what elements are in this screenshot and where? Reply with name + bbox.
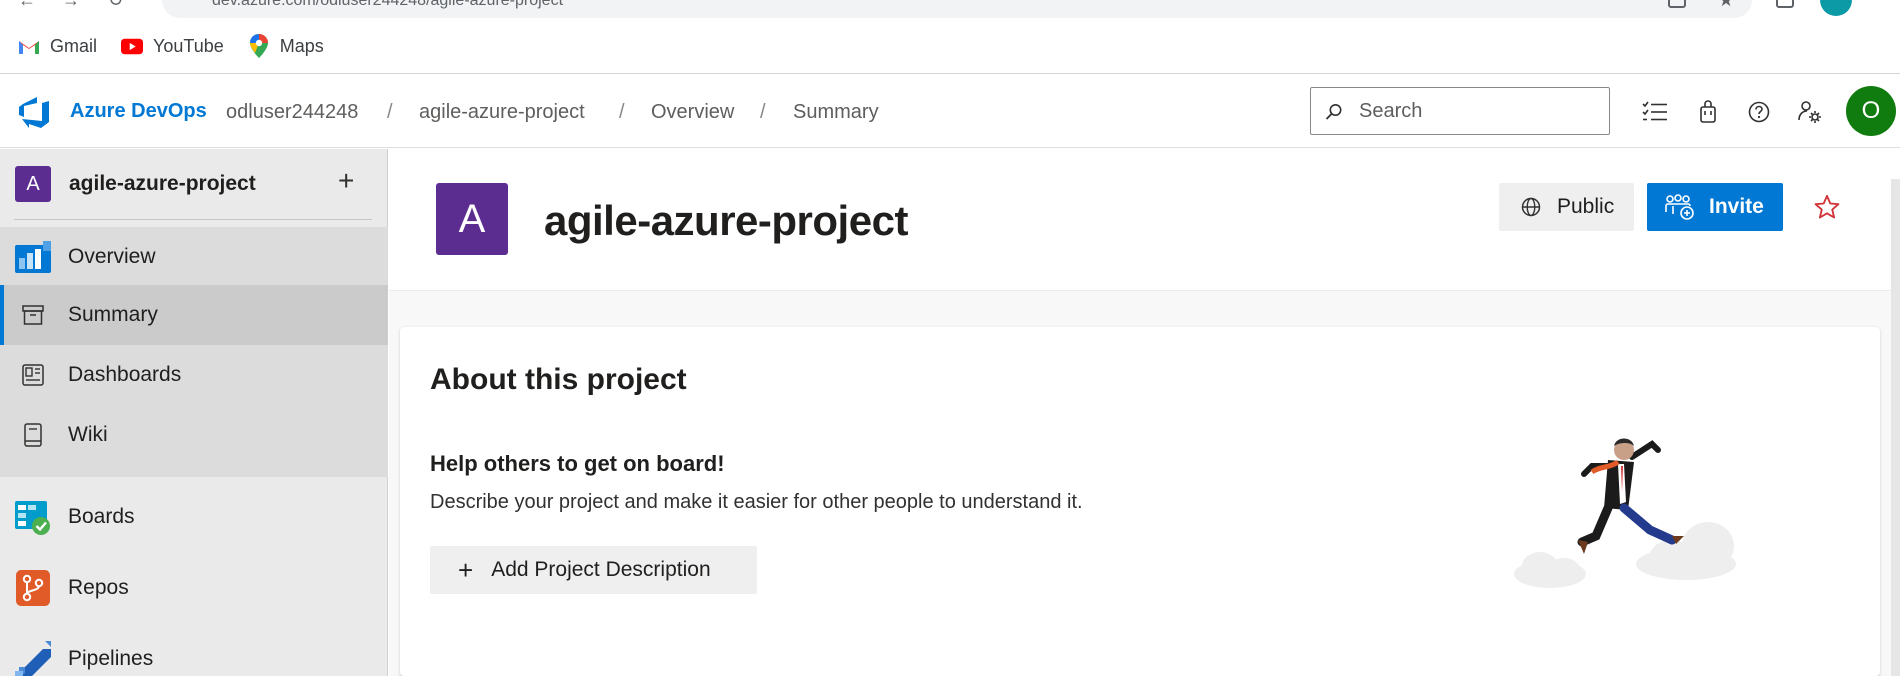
sidebar-item-summary[interactable]: Summary bbox=[0, 285, 388, 345]
invite-label: Invite bbox=[1709, 195, 1764, 218]
back-icon[interactable]: ← bbox=[18, 0, 36, 11]
sidebar-item-pipelines[interactable]: Pipelines bbox=[0, 629, 388, 676]
browser-profile-avatar[interactable] bbox=[1820, 0, 1852, 16]
sidebar-item-label: Summary bbox=[68, 303, 158, 326]
extension-icon[interactable] bbox=[1668, 0, 1686, 8]
breadcrumb-separator: / bbox=[619, 101, 625, 123]
breadcrumb-separator: / bbox=[387, 101, 393, 123]
bookmark-star-icon[interactable]: ★ bbox=[1718, 0, 1734, 11]
add-description-label: Add Project Description bbox=[491, 558, 711, 581]
pipelines-icon bbox=[15, 641, 51, 676]
overview-nav-group: Overview Summary Dashboards Wiki bbox=[0, 227, 388, 477]
sidebar-project-name[interactable]: agile-azure-project bbox=[69, 172, 256, 196]
user-avatar[interactable]: O bbox=[1846, 86, 1896, 136]
left-nav-sidebar: A agile-azure-project + Overview Summary… bbox=[0, 149, 388, 676]
plus-icon: + bbox=[458, 555, 474, 585]
add-project-description-button[interactable]: + Add Project Description bbox=[430, 546, 757, 594]
project-initial: A bbox=[26, 172, 40, 195]
sidebar-item-label: Wiki bbox=[68, 423, 108, 446]
vertical-scrollbar[interactable] bbox=[1891, 179, 1900, 676]
breadcrumb-overview[interactable]: Overview bbox=[651, 101, 734, 124]
favorite-star-icon[interactable] bbox=[1813, 193, 1841, 221]
work-items-list-icon[interactable] bbox=[1640, 97, 1670, 127]
youtube-icon bbox=[121, 37, 144, 55]
reload-icon[interactable]: ↻ bbox=[108, 0, 123, 11]
bookmarks-bar: Gmail YouTube Maps bbox=[18, 34, 324, 58]
repos-icon bbox=[15, 570, 51, 606]
summary-icon bbox=[20, 302, 46, 328]
gmail-icon bbox=[18, 37, 40, 55]
address-text: dev.azure.com/odluser244248/agile-azure-… bbox=[212, 0, 564, 9]
sidebar-item-label: Repos bbox=[68, 576, 129, 599]
breadcrumb-separator: / bbox=[760, 101, 766, 123]
sidebar-item-repos[interactable]: Repos bbox=[0, 558, 388, 618]
sidebar-item-overview[interactable]: Overview bbox=[0, 227, 388, 287]
public-label: Public bbox=[1557, 195, 1615, 218]
wiki-icon bbox=[20, 422, 46, 448]
project-avatar-large: A bbox=[436, 183, 508, 255]
bookmark-youtube[interactable]: YouTube bbox=[121, 36, 224, 57]
forward-icon[interactable]: → bbox=[62, 0, 80, 11]
browser-chrome: ← → ↻ dev.azure.com/odluser244248/agile-… bbox=[0, 0, 1900, 74]
sidebar-item-label: Overview bbox=[68, 245, 156, 268]
about-subtitle: Help others to get on board! bbox=[430, 451, 725, 476]
bookmark-label: Maps bbox=[279, 35, 324, 56]
add-icon[interactable]: + bbox=[338, 167, 354, 195]
address-bar[interactable]: dev.azure.com/odluser244248/agile-azure-… bbox=[162, 0, 1752, 18]
sidebar-item-label: Dashboards bbox=[68, 363, 182, 386]
help-icon[interactable] bbox=[1744, 97, 1774, 127]
extensions-puzzle-icon[interactable] bbox=[1776, 0, 1794, 8]
search-input[interactable] bbox=[1359, 98, 1599, 124]
invite-button[interactable]: Invite bbox=[1647, 183, 1783, 231]
user-initial: O bbox=[1861, 97, 1881, 124]
sidebar-item-wiki[interactable]: Wiki bbox=[0, 405, 388, 465]
breadcrumb-org[interactable]: odluser244248 bbox=[226, 101, 358, 124]
search-box[interactable] bbox=[1310, 87, 1610, 135]
bookmark-label: Gmail bbox=[50, 35, 98, 56]
main-content: A agile-azure-project Public Invite Abou… bbox=[389, 149, 1900, 676]
divider bbox=[14, 219, 372, 220]
azure-devops-logo-icon[interactable] bbox=[17, 95, 51, 129]
breadcrumb-project[interactable]: agile-azure-project bbox=[419, 101, 585, 124]
globe-icon bbox=[1521, 197, 1541, 217]
sidebar-item-label: Pipelines bbox=[68, 647, 154, 670]
overview-icon bbox=[15, 239, 51, 275]
about-description: Describe your project and make it easier… bbox=[430, 491, 1083, 513]
search-icon bbox=[1325, 104, 1342, 120]
boards-icon bbox=[15, 499, 51, 535]
bookmark-label: YouTube bbox=[153, 35, 224, 56]
dashboards-icon bbox=[20, 362, 46, 388]
about-title: About this project bbox=[430, 363, 687, 396]
bookmark-gmail[interactable]: Gmail bbox=[18, 36, 97, 57]
sidebar-item-boards[interactable]: Boards bbox=[0, 487, 388, 547]
project-avatar: A bbox=[15, 166, 51, 202]
sidebar-project-header[interactable]: A agile-azure-project + bbox=[0, 149, 388, 221]
brand-name[interactable]: Azure DevOps bbox=[70, 100, 207, 123]
invite-people-icon bbox=[1665, 194, 1694, 220]
about-project-card: About this project Help others to get on… bbox=[400, 327, 1880, 676]
project-initial: A bbox=[458, 196, 486, 241]
page-title: agile-azure-project bbox=[544, 197, 908, 244]
maps-icon bbox=[248, 34, 270, 58]
public-button[interactable]: Public bbox=[1499, 183, 1634, 231]
sidebar-item-dashboards[interactable]: Dashboards bbox=[0, 345, 388, 405]
sidebar-item-label: Boards bbox=[68, 505, 135, 528]
bookmark-maps[interactable]: Maps bbox=[248, 34, 324, 58]
breadcrumb-summary[interactable]: Summary bbox=[793, 101, 879, 124]
ado-header: Azure DevOps odluser244248 / agile-azure… bbox=[0, 75, 1900, 148]
project-header: A agile-azure-project Public Invite bbox=[389, 149, 1900, 291]
user-settings-icon[interactable] bbox=[1795, 97, 1825, 127]
marketplace-bag-icon[interactable] bbox=[1693, 97, 1723, 127]
jumping-person-illustration bbox=[1514, 438, 1736, 588]
